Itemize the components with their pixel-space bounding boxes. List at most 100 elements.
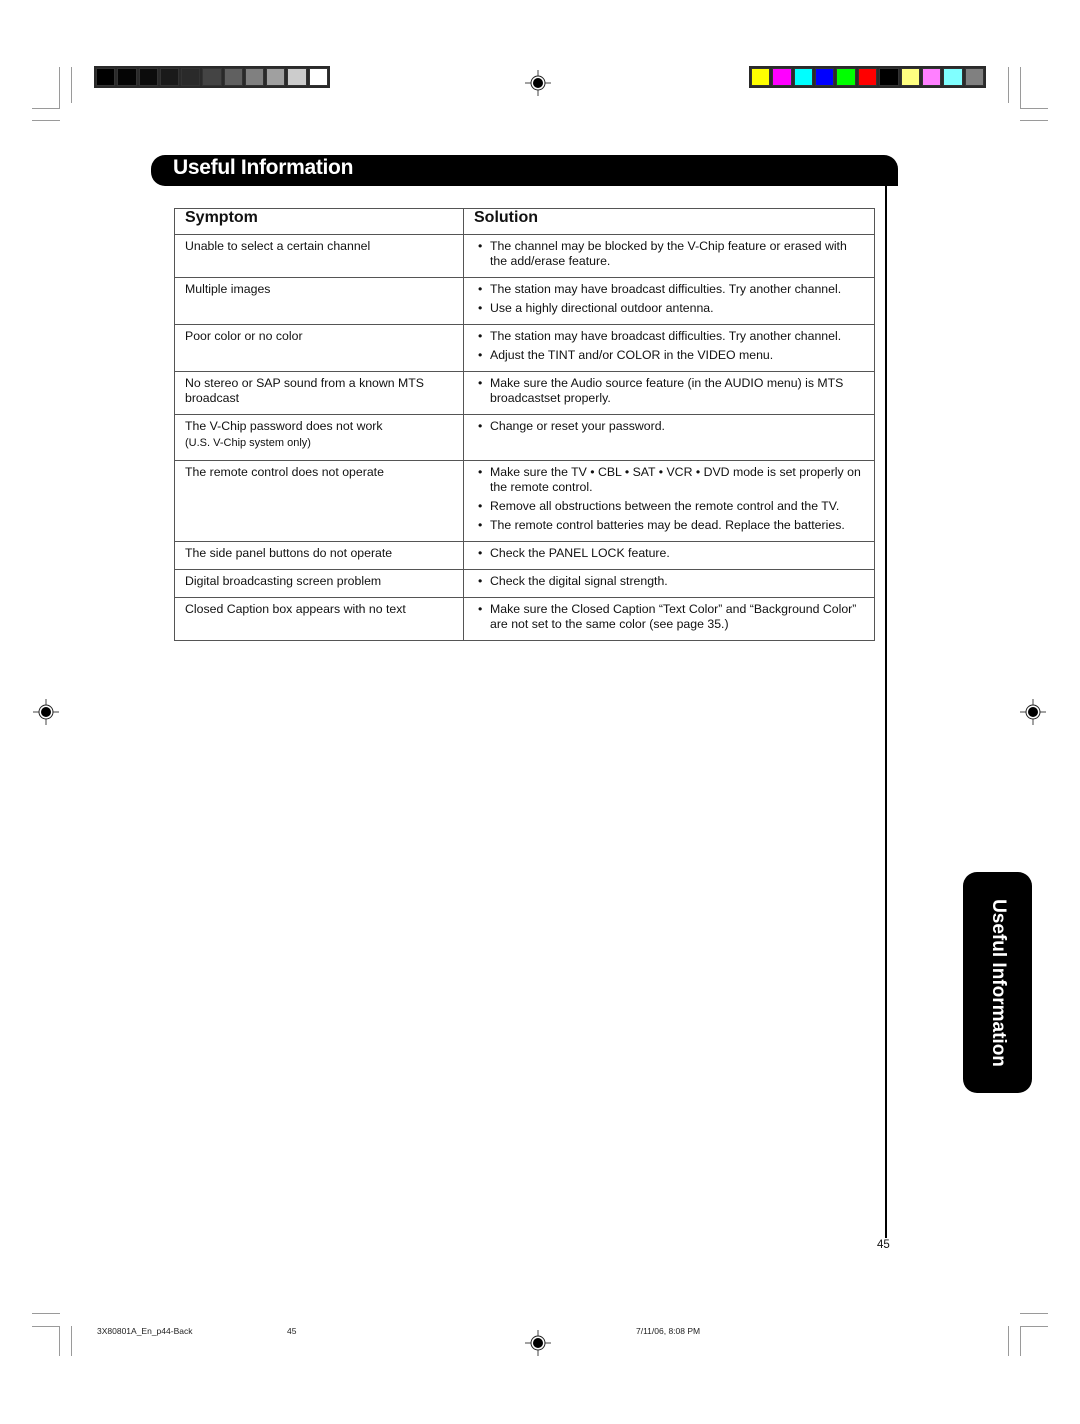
grayscale-swatch [138, 68, 158, 86]
solution-list: • The station may have broadcast difficul… [478, 329, 864, 363]
symptom-text: No stereo or SAP sound from a known MTS … [185, 376, 424, 405]
symptom-text: The side panel buttons do not operate [185, 546, 393, 560]
side-section-tab: Useful Information [963, 872, 1032, 1093]
table-row: No stereo or SAP sound from a known MTS … [174, 371, 875, 415]
solution-item: • Make sure the TV • CBL • SAT • VCR • DV… [478, 465, 864, 495]
color-swatch [857, 68, 878, 86]
bullet-icon: • [478, 239, 483, 253]
registration-mark-icon [525, 1330, 551, 1356]
bullet-icon: • [478, 282, 483, 296]
bullet-icon: • [478, 348, 483, 362]
solution-text: Make sure the Audio source feature (in t… [490, 376, 844, 405]
crop-mark [32, 120, 60, 121]
grayscale-swatch [266, 68, 286, 86]
registration-mark-icon [33, 699, 59, 725]
solution-cell: • Check the PANEL LOCK feature. [463, 541, 875, 570]
table-row: Closed Caption box appears with no text •… [174, 597, 875, 641]
symptom-text: The remote control does not operate [185, 465, 384, 479]
crop-mark [1020, 120, 1048, 121]
solution-cell: • The channel may be blocked by the V-Chi… [463, 234, 875, 278]
solution-text: Make sure the Closed Caption “Text Color… [490, 602, 857, 631]
table-row: The side panel buttons do not operate • Ch… [174, 541, 875, 570]
solution-text: Adjust the TINT and/or COLOR in the VIDE… [490, 348, 774, 362]
solution-list: • The channel may be blocked by the V-Chi… [478, 239, 864, 269]
bullet-icon: • [478, 499, 483, 513]
grayscale-swatch [244, 68, 265, 86]
solution-item: • The station may have broadcast difficul… [478, 282, 864, 297]
crop-mark [71, 67, 72, 103]
solution-cell: • Make sure the TV • CBL • SAT • VCR • DV… [463, 460, 875, 542]
crop-mark [1020, 1313, 1048, 1314]
symptom-cell: Poor color or no color [174, 324, 464, 372]
bullet-icon: • [478, 376, 483, 390]
symptom-cell: The remote control does not operate [174, 460, 464, 542]
solution-text: Make sure the TV • CBL • SAT • VCR • DVD… [490, 465, 861, 494]
solution-cell: • Make sure the Closed Caption “Text Colo… [463, 597, 875, 641]
solution-item: • The remote control batteries may be dea… [478, 518, 864, 533]
solution-cell: • Make sure the Audio source feature (in … [463, 371, 875, 415]
solution-text: Remove all obstructions between the remo… [490, 499, 840, 513]
solution-cell: • Change or reset your password. [463, 414, 875, 461]
symptom-cell: The V-Chip password does not work (U.S. V… [174, 414, 464, 461]
footer-page: 45 [287, 1326, 297, 1336]
crop-mark [1020, 1326, 1021, 1356]
solution-list: • Check the digital signal strength. [478, 574, 864, 589]
solution-list: • Make sure the Audio source feature (in … [478, 376, 864, 406]
grayscale-swatch [308, 68, 328, 86]
grayscale-swatch [202, 68, 222, 86]
symptom-text: Closed Caption box appears with no text [185, 602, 406, 616]
color-swatch [793, 68, 814, 86]
table-row: Multiple images • The station may have bro… [174, 277, 875, 325]
footer-timestamp: 7/11/06, 8:08 PM [636, 1326, 701, 1336]
table-row: The V-Chip password does not work (U.S. V… [174, 414, 875, 461]
bullet-icon: • [478, 329, 483, 343]
table-row: Poor color or no color • The station may h… [174, 324, 875, 372]
symptom-cell: Multiple images [174, 277, 464, 325]
solution-list: • Make sure the TV • CBL • SAT • VCR • DV… [478, 465, 864, 533]
crop-mark [59, 1326, 60, 1356]
column-header-solution: Solution [463, 208, 875, 235]
symptom-text: The V-Chip password does not work [185, 419, 383, 433]
solution-item: • Make sure the Closed Caption “Text Colo… [478, 602, 864, 632]
symptom-cell: Digital broadcasting screen problem [174, 569, 464, 598]
solution-list: • The station may have broadcast difficul… [478, 282, 864, 316]
bullet-icon: • [478, 602, 483, 616]
solution-item: • Remove all obstructions between the rem… [478, 499, 864, 514]
solution-item: • The channel may be blocked by the V-Chi… [478, 239, 864, 269]
registration-mark-icon [1020, 699, 1046, 725]
solution-list: • Change or reset your password. [478, 419, 864, 434]
bullet-icon: • [478, 546, 483, 560]
color-swatch [900, 68, 920, 86]
table-row: The remote control does not operate • Make… [174, 460, 875, 542]
solution-item: • Check the PANEL LOCK feature. [478, 546, 864, 561]
page-number: 45 [877, 1239, 890, 1251]
crop-mark [59, 67, 60, 109]
color-swatch [772, 68, 792, 86]
column-header-symptom: Symptom [174, 208, 464, 235]
color-swatch [815, 68, 835, 86]
symptom-text: Unable to select a certain channel [185, 239, 371, 253]
solution-item: • Adjust the TINT and/or COLOR in the VID… [478, 348, 864, 363]
solution-item: • The station may have broadcast difficul… [478, 329, 864, 344]
solution-item: • Change or reset your password. [478, 419, 864, 434]
crop-mark [1020, 67, 1021, 109]
solution-text: Check the digital signal strength. [490, 574, 668, 588]
solution-item: • Make sure the Audio source feature (in … [478, 376, 864, 406]
troubleshooting-table: Symptom Solution Unable to select a cert… [174, 208, 875, 641]
side-tab-label: Useful Information [987, 898, 1009, 1067]
section-title: Useful Information [173, 156, 354, 179]
grayscale-swatch [159, 68, 180, 86]
symptom-text: Multiple images [185, 282, 271, 296]
solution-text: The station may have broadcast difficult… [490, 282, 842, 296]
table-row: Digital broadcasting screen problem • Chec… [174, 569, 875, 598]
bullet-icon: • [478, 518, 483, 532]
grayscale-calibration-bar [94, 66, 330, 88]
color-swatch [964, 68, 984, 86]
solution-text: Use a highly directional outdoor antenna… [490, 301, 714, 315]
solution-list: • Check the PANEL LOCK feature. [478, 546, 864, 561]
color-swatch [836, 68, 856, 86]
grayscale-swatch [181, 68, 201, 86]
bullet-icon: • [478, 465, 483, 479]
bullet-icon: • [478, 301, 483, 315]
symptom-cell: Unable to select a certain channel [174, 234, 464, 278]
